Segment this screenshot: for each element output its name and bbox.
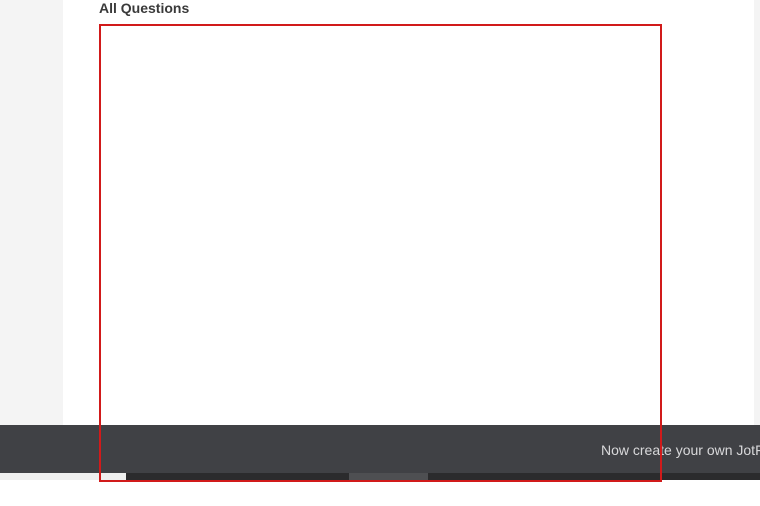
right-gutter bbox=[754, 0, 760, 425]
left-gutter bbox=[0, 0, 63, 425]
questions-frame[interactable] bbox=[99, 24, 662, 482]
all-questions-heading: All Questions bbox=[99, 0, 190, 16]
page: All Questions Now create your own JotF bbox=[0, 0, 760, 506]
